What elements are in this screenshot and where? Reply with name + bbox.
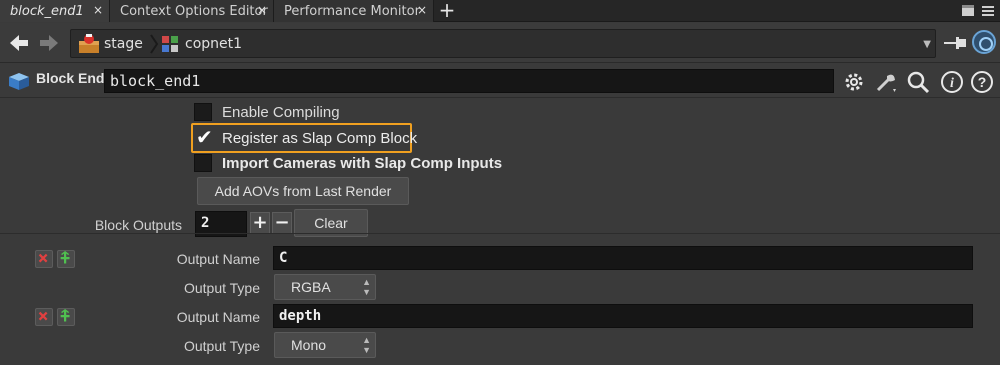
minimize-pane-icon[interactable] (962, 5, 974, 16)
tab-performance-monitor[interactable]: Performance Monitor × (274, 0, 434, 22)
output-type-value: RGBA (291, 279, 331, 295)
output-type-label: Output Type (183, 280, 260, 296)
checkmark-icon: ✔ (196, 125, 213, 149)
close-icon[interactable]: × (417, 3, 427, 17)
path-dropdown-icon[interactable]: ▼ (923, 39, 931, 50)
remove-output-1-button[interactable] (35, 250, 53, 268)
insert-icon (60, 251, 70, 264)
remove-output-2-button[interactable] (35, 308, 53, 326)
parameter-pane: Enable Compiling ✔ Register as Slap Comp… (0, 99, 1000, 365)
close-icon[interactable]: × (93, 3, 103, 17)
pane-menu-icon[interactable] (982, 5, 994, 16)
gear-icon[interactable] (842, 70, 866, 94)
crumb-separator (150, 34, 159, 54)
tab-block-end1[interactable]: block_end1 × (0, 0, 110, 22)
path-bar: stage copnet1 ▼ (0, 23, 1000, 63)
path-field[interactable]: stage copnet1 ▼ (70, 29, 936, 58)
crumb-stage[interactable]: stage (104, 30, 143, 57)
tab-bar: block_end1 × Context Options Editor × Pe… (0, 0, 1000, 22)
tab-label: Context Options Editor (120, 3, 268, 19)
link-icon[interactable] (972, 30, 996, 54)
stage-icon (79, 34, 99, 53)
node-header: Block End block_end1 i ? (0, 64, 1000, 98)
svg-text:?: ? (978, 74, 987, 90)
tab-label: Performance Monitor (284, 3, 420, 19)
tab-context-options-editor[interactable]: Context Options Editor × (110, 0, 274, 22)
enable-compiling-row: Enable Compiling (194, 101, 340, 123)
help-icon[interactable]: ? (970, 70, 994, 94)
back-arrow-icon[interactable] (8, 33, 30, 53)
tab-label: block_end1 (10, 3, 84, 19)
import-cameras-row: Import Cameras with Slap Comp Inputs (194, 152, 502, 174)
insert-output-1-button[interactable] (57, 250, 75, 268)
output-type-menu[interactable]: RGBA ▲ ▼ (274, 274, 376, 300)
insert-icon (60, 309, 70, 322)
svg-text:i: i (950, 76, 954, 91)
search-icon[interactable] (906, 70, 930, 94)
spinner-arrows-icon: ▲ ▼ (362, 277, 371, 297)
output-name-label: Output Name (176, 251, 260, 267)
wrench-icon[interactable] (874, 70, 898, 94)
remove-icon (38, 311, 48, 321)
register-slap-comp-row: ✔ Register as Slap Comp Block (194, 125, 418, 149)
add-aovs-button[interactable]: Add AOVs from Last Render (197, 177, 409, 205)
spinner-arrows-icon: ▲ ▼ (362, 335, 371, 355)
register-slap-comp-checkbox[interactable]: ✔ (194, 125, 213, 149)
block-outputs-label: Block Outputs (94, 217, 182, 233)
divider (0, 233, 1000, 234)
remove-output-button[interactable]: − (272, 212, 292, 234)
output-name-label: Output Name (176, 309, 260, 325)
node-type-label: Block End (36, 70, 105, 86)
output-type-value: Mono (291, 337, 327, 353)
output-name-field[interactable]: depth (273, 304, 973, 328)
add-tab-icon[interactable]: + (436, 0, 458, 22)
import-cameras-label: Import Cameras with Slap Comp Inputs (222, 154, 503, 172)
info-icon[interactable]: i (940, 70, 964, 94)
enable-compiling-checkbox[interactable] (194, 103, 212, 121)
copnet-icon (162, 36, 178, 52)
remove-icon (38, 253, 48, 263)
node-name-field[interactable]: block_end1 (104, 69, 834, 93)
node-icon[interactable] (6, 71, 32, 91)
output-type-menu[interactable]: Mono ▲ ▼ (274, 332, 376, 358)
import-cameras-checkbox[interactable] (194, 154, 212, 172)
pin-icon[interactable] (944, 35, 968, 51)
add-output-button[interactable]: + (250, 212, 270, 234)
forward-arrow-icon[interactable] (38, 33, 60, 53)
insert-output-2-button[interactable] (57, 308, 75, 326)
register-slap-comp-label: Register as Slap Comp Block (222, 129, 418, 147)
crumb-copnet1[interactable]: copnet1 (185, 30, 242, 57)
output-name-field[interactable]: C (273, 246, 973, 270)
output-type-label: Output Type (183, 338, 260, 354)
enable-compiling-label: Enable Compiling (222, 103, 340, 121)
close-icon[interactable]: × (257, 3, 267, 17)
